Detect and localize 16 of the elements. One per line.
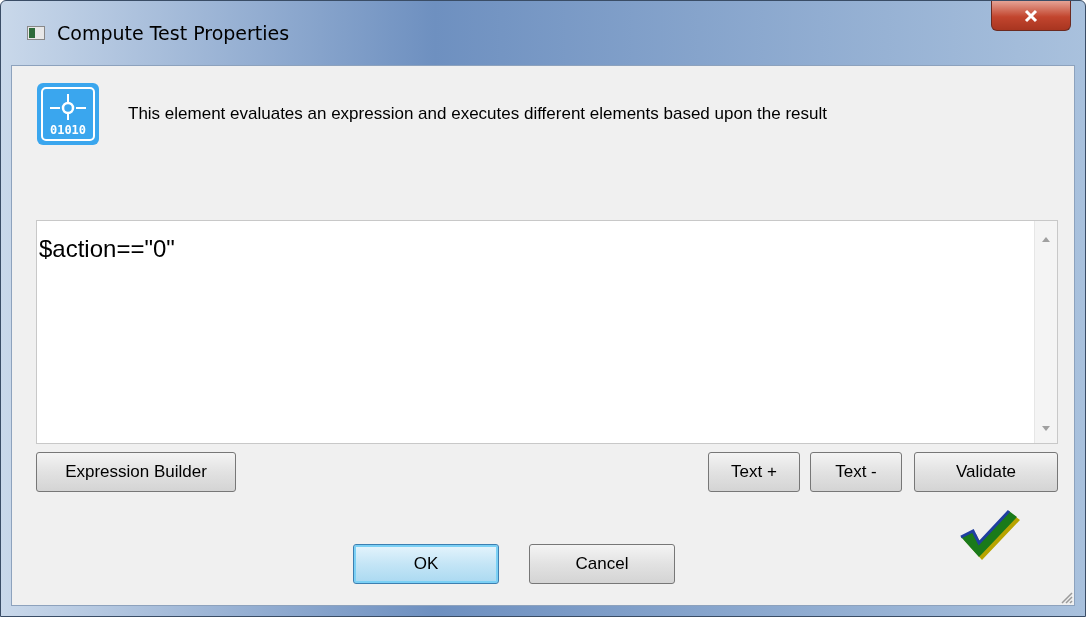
tool-button[interactable]: Validate [914, 452, 1058, 492]
dialog-button[interactable]: Cancel [529, 544, 675, 584]
tool-button[interactable]: Expression Builder [36, 452, 236, 492]
scroll-down-icon [1042, 426, 1050, 431]
description-text: This element evaluates an expression and executes different elements based upon the result [128, 104, 827, 124]
dialog-button[interactable]: OK [353, 544, 499, 584]
close-icon [1023, 8, 1039, 23]
resize-grip-icon[interactable] [1059, 590, 1073, 604]
close-button[interactable] [991, 1, 1071, 31]
tool-button[interactable]: Text - [810, 452, 902, 492]
window-title: Compute Test Properties [57, 22, 290, 44]
scrollbar[interactable] [1034, 221, 1057, 443]
element-icon: 01010 [36, 82, 100, 146]
window-icon [27, 26, 45, 40]
tool-button[interactable]: Text + [708, 452, 800, 492]
scroll-up-icon [1042, 237, 1050, 242]
